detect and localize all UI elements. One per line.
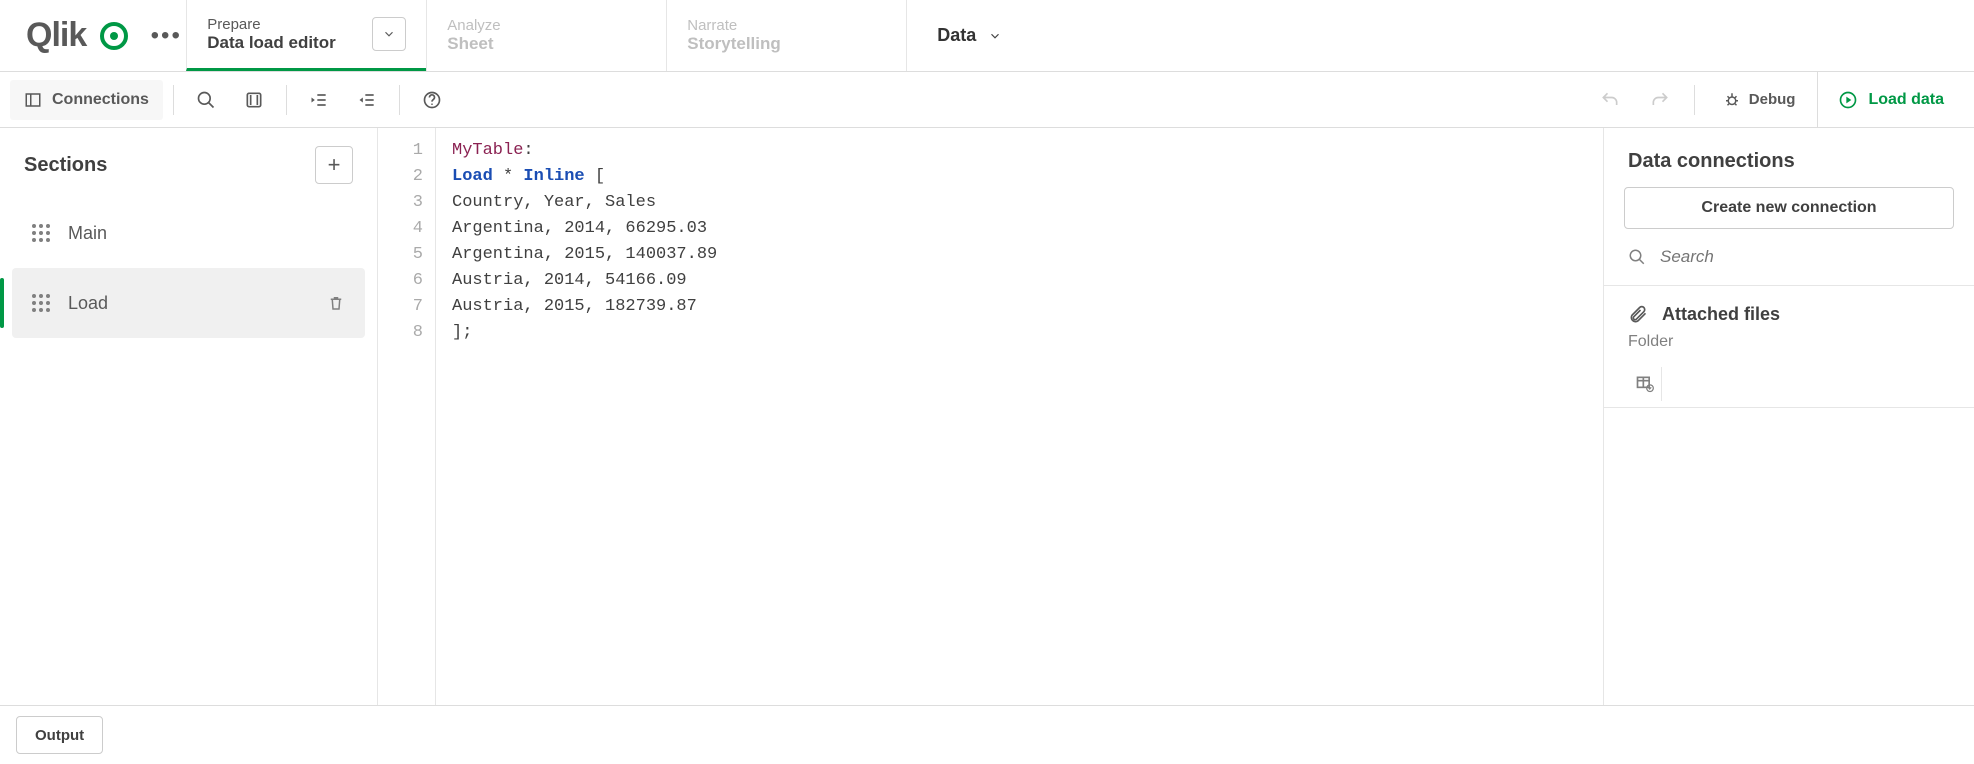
data-dropdown-label: Data (937, 25, 976, 46)
prepare-dropdown-button[interactable] (372, 17, 406, 51)
bug-icon (1723, 91, 1741, 109)
help-button[interactable] (410, 80, 454, 120)
delete-section-button[interactable] (327, 294, 345, 312)
redo-icon (1650, 90, 1670, 110)
code-content[interactable]: MyTable: Load * Inline [ Country, Year, … (436, 128, 1603, 705)
create-connection-label: Create new connection (1701, 199, 1876, 217)
drag-handle-icon[interactable] (32, 294, 50, 312)
connection-search-input[interactable] (1660, 247, 1950, 267)
logo-text: Qlik (26, 16, 86, 55)
redo-button[interactable] (1638, 80, 1682, 120)
section-label: Main (68, 223, 107, 244)
line-number: 6 (378, 268, 423, 294)
connections-panel: Data connections Create new connection A… (1604, 128, 1974, 705)
debug-label: Debug (1749, 91, 1796, 108)
search-icon (1628, 247, 1646, 267)
code-row: Austria, 2015, 182739.87 (452, 297, 697, 316)
play-circle-icon (1838, 90, 1858, 110)
line-number: 8 (378, 320, 423, 346)
code-row: Argentina, 2014, 66295.03 (452, 219, 707, 238)
nav-tab-analyze[interactable]: Analyze Sheet (426, 0, 666, 71)
code-token: Inline (523, 167, 584, 186)
indent-button[interactable] (297, 80, 341, 120)
attached-files-label: Attached files (1662, 304, 1780, 325)
chevron-down-icon (988, 29, 1002, 43)
code-row: Country, Year, Sales (452, 193, 656, 212)
connections-label: Connections (52, 91, 149, 109)
nav-tab-big: Storytelling (687, 34, 781, 54)
search-button[interactable] (184, 80, 228, 120)
main-area: Sections + Main Load 1 2 3 4 5 6 7 8 MyT… (0, 128, 1974, 706)
sections-title: Sections (24, 154, 107, 177)
toolbar: Connections Debug (0, 72, 1974, 128)
line-number: 7 (378, 294, 423, 320)
debug-button[interactable]: Debug (1707, 80, 1812, 120)
line-number: 2 (378, 164, 423, 190)
code-token: MyTable (452, 141, 523, 160)
table-select-icon (1635, 374, 1655, 394)
section-item-main[interactable]: Main (12, 198, 365, 268)
connections-panel-toggle[interactable]: Connections (10, 80, 163, 120)
line-number: 4 (378, 216, 423, 242)
footer: Output (0, 706, 1974, 764)
logo-mark-icon (100, 22, 128, 50)
comment-icon (244, 90, 264, 110)
nav-tab-big: Data load editor (207, 33, 335, 53)
chevron-down-icon (382, 27, 396, 41)
attached-files-row[interactable]: Attached files (1604, 286, 1974, 333)
nav-tab-small: Narrate (687, 17, 781, 34)
attachment-icon (1628, 305, 1648, 325)
add-section-button[interactable]: + (315, 146, 353, 184)
nav-tab-prepare[interactable]: Prepare Data load editor (186, 0, 426, 71)
help-icon (422, 90, 442, 110)
indent-icon (309, 90, 329, 110)
undo-button[interactable] (1588, 80, 1632, 120)
code-row: Austria, 2014, 54166.09 (452, 271, 687, 290)
sections-panel: Sections + Main Load (0, 128, 378, 705)
qlik-logo[interactable]: Qlik (26, 16, 128, 55)
nav-tab-narrate[interactable]: Narrate Storytelling (666, 0, 906, 71)
code-token: [ (595, 167, 605, 186)
code-row: Argentina, 2015, 140037.89 (452, 245, 717, 264)
connection-search[interactable] (1604, 247, 1974, 285)
code-token: ]; (452, 323, 472, 342)
nav-tab-big: Sheet (447, 34, 500, 54)
trash-icon (327, 294, 345, 312)
line-number: 1 (378, 138, 423, 164)
create-connection-button[interactable]: Create new connection (1624, 187, 1954, 229)
code-token: * (503, 167, 513, 186)
output-label: Output (35, 727, 84, 744)
nav-tab-small: Analyze (447, 17, 500, 34)
section-item-load[interactable]: Load (12, 268, 365, 338)
line-number: 5 (378, 242, 423, 268)
outdent-icon (357, 90, 377, 110)
panel-icon (24, 91, 42, 109)
code-editor[interactable]: 1 2 3 4 5 6 7 8 MyTable: Load * Inline [… (378, 128, 1604, 705)
line-gutter: 1 2 3 4 5 6 7 8 (378, 128, 436, 705)
load-data-label: Load data (1868, 91, 1944, 109)
section-label: Load (68, 293, 108, 314)
data-dropdown[interactable]: Data (907, 0, 1032, 71)
more-menu-button[interactable]: ••• (146, 0, 186, 71)
output-toggle-button[interactable]: Output (16, 716, 103, 754)
line-number: 3 (378, 190, 423, 216)
load-data-button[interactable]: Load data (1817, 72, 1964, 128)
select-data-button[interactable] (1628, 367, 1662, 401)
outdent-button[interactable] (345, 80, 389, 120)
connections-title: Data connections (1604, 128, 1974, 187)
undo-icon (1600, 90, 1620, 110)
logo-area: Qlik (0, 0, 146, 71)
top-header: Qlik ••• Prepare Data load editor Analyz… (0, 0, 1974, 72)
folder-label: Folder (1604, 333, 1974, 361)
drag-handle-icon[interactable] (32, 224, 50, 242)
comment-toggle-button[interactable] (232, 80, 276, 120)
search-icon (196, 90, 216, 110)
nav-tab-small: Prepare (207, 16, 335, 33)
code-token: Load (452, 167, 493, 186)
